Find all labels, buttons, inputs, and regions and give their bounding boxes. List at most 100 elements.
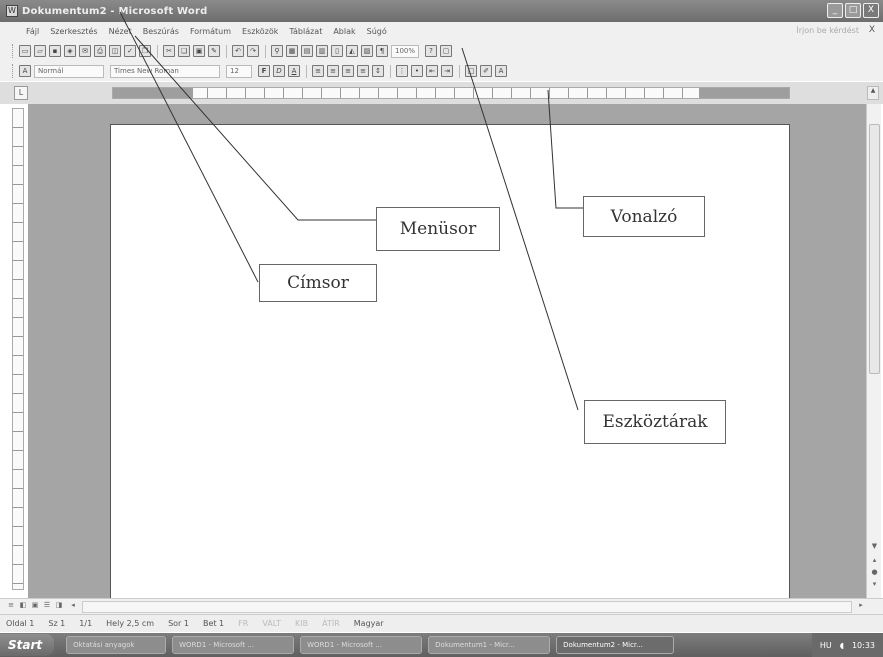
print-layout-icon[interactable]: ▣ [30, 601, 40, 612]
outline-view-icon[interactable]: ☰ [42, 601, 52, 612]
callout-menusor: Menüsor [376, 207, 500, 251]
status-track-changes-flag[interactable]: VÁLT [262, 619, 281, 628]
next-page-icon[interactable]: ▾ [869, 580, 880, 590]
start-button[interactable]: Start [0, 634, 55, 656]
print-icon[interactable]: ⎙ [94, 45, 106, 57]
horizontal-scrollbar[interactable] [82, 601, 852, 613]
horizontal-scrollbar-row: ≡ ◧ ▣ ☰ ◨ ◂ ▸ [0, 598, 883, 614]
web-layout-icon[interactable]: ◧ [18, 601, 28, 612]
style-select[interactable]: Normál [34, 64, 104, 78]
underline-icon[interactable]: A [288, 65, 300, 77]
scroll-down-arrow-icon[interactable]: ▼ [869, 542, 880, 552]
tab-selector-button[interactable]: L [14, 86, 28, 100]
word-app-icon[interactable]: W [6, 5, 18, 17]
menu-tools[interactable]: Eszközök [242, 27, 278, 36]
font-select[interactable]: Times New Roman [110, 64, 220, 78]
toolbar-grip[interactable] [12, 64, 15, 78]
browse-object-icon[interactable]: ● [869, 568, 880, 578]
italic-icon[interactable]: D [273, 65, 285, 77]
menu-table[interactable]: Táblázat [289, 27, 322, 36]
help-icon[interactable]: ? [425, 45, 438, 57]
styles-icon[interactable]: A [19, 65, 31, 77]
help-question-input[interactable]: Írjon be kérdést [796, 26, 859, 35]
read-icon[interactable]: ▢ [440, 45, 453, 57]
status-language[interactable]: Magyar [354, 619, 384, 628]
font-color-icon[interactable]: A [495, 65, 507, 77]
maximize-button[interactable]: □ [845, 3, 861, 18]
toolbar-separator [459, 64, 460, 78]
open-folder-icon[interactable]: ▱ [34, 45, 46, 57]
print-preview-icon[interactable]: ◫ [109, 45, 121, 57]
taskbar-item[interactable]: WORD1 - Microsoft ... [300, 636, 423, 654]
columns-icon[interactable]: ▯ [331, 45, 343, 57]
reading-layout-icon[interactable]: ◨ [54, 601, 64, 612]
highlight-icon[interactable]: ✐ [480, 65, 492, 77]
paste-icon[interactable]: ▣ [193, 45, 205, 57]
toolbar-grip[interactable] [12, 44, 15, 58]
scroll-thumb[interactable] [869, 124, 880, 374]
previous-page-icon[interactable]: ▴ [869, 556, 880, 566]
document-close-button[interactable]: X [869, 25, 875, 35]
drawing-icon[interactable]: ◭ [346, 45, 358, 57]
menu-insert[interactable]: Beszúrás [143, 27, 179, 36]
line-spacing-icon[interactable]: ↕ [372, 65, 384, 77]
increase-indent-icon[interactable]: ⇥ [441, 65, 453, 77]
align-center-icon[interactable]: ≡ [327, 65, 339, 77]
document-area [28, 104, 866, 600]
formatting-toolbar: A Normál Times New Roman 12 F D A ≡ ≡ ≡ … [0, 61, 883, 81]
status-record-flag[interactable]: FR [238, 619, 248, 628]
insert-table-icon[interactable]: ▤ [301, 45, 313, 57]
volume-icon[interactable]: ◖ [840, 641, 844, 650]
taskbar-item[interactable]: WORD1 - Microsoft ... [172, 636, 295, 654]
redo-icon[interactable]: ↷ [247, 45, 259, 57]
scroll-left-icon[interactable]: ◂ [68, 601, 78, 612]
bullets-icon[interactable]: • [411, 65, 423, 77]
hyperlink-icon[interactable]: ⚲ [271, 45, 283, 57]
language-indicator[interactable]: HU [820, 641, 832, 650]
taskbar-item-active[interactable]: Dokumentum2 - Micr... [556, 636, 675, 654]
decrease-indent-icon[interactable]: ⇤ [426, 65, 438, 77]
toolbar-separator [390, 64, 391, 78]
document-map-icon[interactable]: ▨ [361, 45, 373, 57]
status-overtype-flag[interactable]: ÁTÍR [322, 619, 340, 628]
tables-borders-icon[interactable]: ▦ [286, 45, 298, 57]
permission-icon[interactable]: ◈ [64, 45, 76, 57]
menu-help[interactable]: Súgó [367, 27, 387, 36]
vertical-ruler[interactable] [12, 108, 24, 590]
close-button[interactable]: X [863, 3, 879, 18]
menu-file[interactable]: Fájl [26, 27, 39, 36]
menu-window[interactable]: Ablak [333, 27, 355, 36]
email-icon[interactable]: ✉ [79, 45, 91, 57]
format-painter-icon[interactable]: ✎ [208, 45, 220, 57]
copy-icon[interactable]: ❏ [178, 45, 190, 57]
align-left-icon[interactable]: ≡ [312, 65, 324, 77]
title-bar[interactable]: W Dokumentum2 - Microsoft Word _ □ X [0, 0, 883, 22]
menu-format[interactable]: Formátum [190, 27, 231, 36]
justify-icon[interactable]: ≡ [357, 65, 369, 77]
status-extend-flag[interactable]: KIB [295, 619, 308, 628]
research-icon[interactable]: ❐ [139, 45, 151, 57]
undo-icon[interactable]: ↶ [232, 45, 244, 57]
scroll-up-arrow-icon[interactable]: ▲ [867, 86, 879, 100]
zoom-select[interactable]: 100% [391, 44, 420, 58]
menu-view[interactable]: Nézet [109, 27, 132, 36]
show-hide-icon[interactable]: ¶ [376, 45, 388, 57]
font-size-select[interactable]: 12 [226, 64, 252, 78]
vertical-scrollbar[interactable]: ▼ ▴ ● ▾ [866, 104, 881, 598]
spelling-icon[interactable]: ✓ [124, 45, 136, 57]
menu-edit[interactable]: Szerkesztés [50, 27, 97, 36]
horizontal-ruler[interactable] [112, 87, 790, 99]
numbering-icon[interactable]: ⋮ [396, 65, 408, 77]
save-icon[interactable]: ▪ [49, 45, 61, 57]
insert-excel-icon[interactable]: ▥ [316, 45, 328, 57]
borders-icon[interactable]: □ [465, 65, 477, 77]
bold-icon[interactable]: F [258, 65, 270, 77]
normal-view-icon[interactable]: ≡ [6, 601, 16, 612]
taskbar-item[interactable]: Dokumentum1 - Micr... [428, 636, 551, 654]
minimize-button[interactable]: _ [827, 3, 843, 18]
taskbar-item[interactable]: Oktatási anyagok [66, 636, 167, 654]
new-document-icon[interactable]: ▭ [19, 45, 31, 57]
cut-icon[interactable]: ✂ [163, 45, 175, 57]
align-right-icon[interactable]: ≡ [342, 65, 354, 77]
scroll-right-icon[interactable]: ▸ [856, 601, 866, 612]
